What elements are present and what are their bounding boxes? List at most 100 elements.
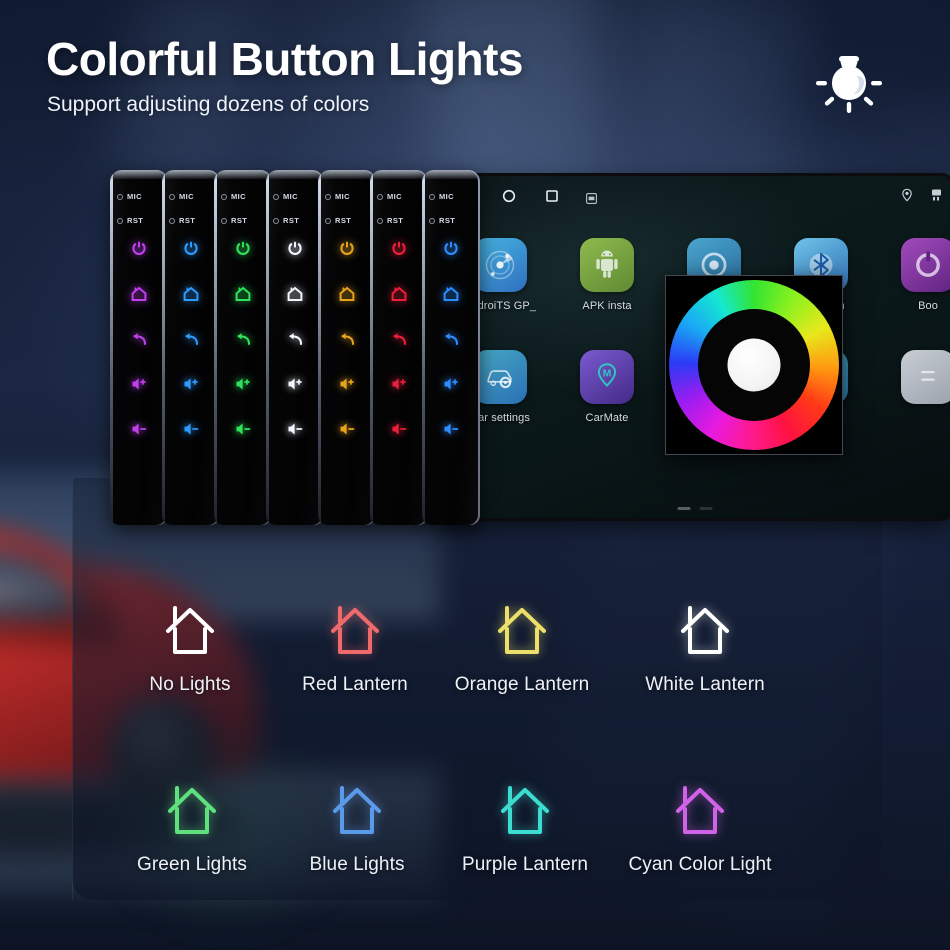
mic-indicator — [117, 193, 123, 200]
app-icon — [901, 350, 950, 404]
app-apk-installer[interactable]: APK insta — [561, 238, 653, 312]
android-robot-icon — [580, 238, 634, 292]
button-panel-red: MIC RST — [370, 170, 428, 525]
back-icon[interactable] — [388, 328, 410, 350]
page-indicator — [677, 507, 713, 510]
power-icon[interactable] — [336, 238, 358, 260]
reset-indicator[interactable] — [169, 217, 175, 224]
volume-down-icon[interactable] — [180, 418, 202, 440]
home-icon[interactable] — [180, 283, 202, 305]
app-label: APK insta — [582, 300, 632, 312]
back-icon[interactable] — [336, 328, 358, 350]
reset-indicator[interactable] — [117, 217, 123, 224]
recents-square-icon[interactable] — [544, 188, 560, 204]
home-icon[interactable] — [388, 283, 410, 305]
lantern-blue[interactable]: Blue Lights — [267, 780, 447, 876]
lantern-red[interactable]: Red Lantern — [265, 600, 445, 696]
power-icon[interactable] — [284, 238, 306, 260]
booster-icon — [901, 238, 950, 292]
back-icon[interactable] — [440, 328, 462, 350]
mic-indicator — [273, 193, 279, 200]
rst-label: RST — [231, 216, 248, 225]
lantern-label: White Lantern — [645, 674, 765, 695]
frosted-overlay-edge — [72, 478, 73, 900]
gps-radar-icon — [473, 238, 527, 292]
app-label: Boo — [918, 300, 938, 312]
back-icon[interactable] — [284, 328, 306, 350]
volume-down-icon[interactable] — [388, 418, 410, 440]
volume-down-icon[interactable] — [284, 418, 306, 440]
volume-down-icon[interactable] — [336, 418, 358, 440]
volume-up-icon[interactable] — [440, 373, 462, 395]
app-label: CarMate — [585, 412, 629, 424]
volume-up-icon[interactable] — [232, 373, 254, 395]
app-extra[interactable] — [882, 350, 950, 412]
power-icon[interactable] — [440, 238, 462, 260]
volume-down-icon[interactable] — [128, 418, 150, 440]
light-bulb-icon — [812, 42, 886, 114]
lantern-label: No Lights — [149, 674, 231, 695]
page-dot-active[interactable] — [677, 507, 691, 510]
lantern-no-lights[interactable]: No Lights — [100, 600, 280, 696]
promo-banner: Colorful Button Lights Support adjusting… — [0, 0, 950, 950]
selected-color-swatch[interactable] — [727, 338, 781, 392]
mic-indicator — [325, 193, 331, 200]
color-wheel-dialog[interactable] — [665, 275, 843, 455]
volume-up-icon[interactable] — [388, 373, 410, 395]
lantern-purple[interactable]: Purple Lantern — [435, 780, 615, 876]
location-pin-icon — [900, 188, 914, 202]
button-panel-blue-2: MIC RST — [422, 170, 480, 525]
volume-down-icon[interactable] — [232, 418, 254, 440]
car-gear-icon — [473, 350, 527, 404]
reset-indicator[interactable] — [377, 217, 383, 224]
lantern-row-2: Green Lights Blue Lights Purple Lantern — [110, 780, 870, 890]
power-icon[interactable] — [232, 238, 254, 260]
lantern-row-1: No Lights Red Lantern Orange Lantern Whi… — [110, 600, 870, 710]
back-icon[interactable] — [232, 328, 254, 350]
button-panel-blue: MIC RST — [162, 170, 220, 525]
reset-indicator[interactable] — [325, 217, 331, 224]
rst-label: RST — [283, 216, 300, 225]
reset-indicator[interactable] — [429, 217, 435, 224]
rst-label: RST — [387, 216, 404, 225]
page-dot[interactable] — [699, 507, 713, 510]
volume-down-icon[interactable] — [440, 418, 462, 440]
lantern-label: Cyan Color Light — [628, 854, 772, 875]
home-icon[interactable] — [128, 283, 150, 305]
lantern-cyan[interactable]: Cyan Color Light — [610, 780, 790, 876]
app-carmate[interactable]: M CarMate — [561, 350, 653, 424]
lantern-white[interactable]: White Lantern — [615, 600, 795, 696]
app-booster[interactable]: Boo — [882, 238, 950, 312]
volume-up-icon[interactable] — [284, 373, 306, 395]
button-panel-green: MIC RST — [214, 170, 272, 525]
reset-indicator[interactable] — [273, 217, 279, 224]
home-icon[interactable] — [440, 283, 462, 305]
volume-up-icon[interactable] — [128, 373, 150, 395]
back-icon[interactable] — [180, 328, 202, 350]
mic-label: MIC — [439, 192, 454, 201]
home-icon[interactable] — [336, 283, 358, 305]
rst-label: RST — [439, 216, 456, 225]
lantern-label: Green Lights — [137, 854, 247, 875]
back-icon[interactable] — [128, 328, 150, 350]
rst-label: RST — [127, 216, 144, 225]
button-panel-white: MIC RST — [266, 170, 324, 525]
lantern-green[interactable]: Green Lights — [102, 780, 282, 876]
screenshot-icon[interactable] — [586, 191, 597, 204]
power-icon[interactable] — [128, 238, 150, 260]
power-icon[interactable] — [388, 238, 410, 260]
mic-label: MIC — [387, 192, 402, 201]
home-circle-icon[interactable] — [501, 188, 517, 204]
home-icon[interactable] — [284, 283, 306, 305]
power-icon[interactable] — [180, 238, 202, 260]
volume-up-icon[interactable] — [180, 373, 202, 395]
mic-label: MIC — [179, 192, 194, 201]
reset-indicator[interactable] — [221, 217, 227, 224]
volume-up-icon[interactable] — [336, 373, 358, 395]
mic-indicator — [429, 193, 435, 200]
lantern-orange[interactable]: Orange Lantern — [432, 600, 612, 696]
home-icon[interactable] — [232, 283, 254, 305]
page-title: Colorful Button Lights — [46, 33, 524, 85]
mic-indicator — [221, 193, 227, 200]
button-panel-purple: MIC RST — [110, 170, 168, 525]
